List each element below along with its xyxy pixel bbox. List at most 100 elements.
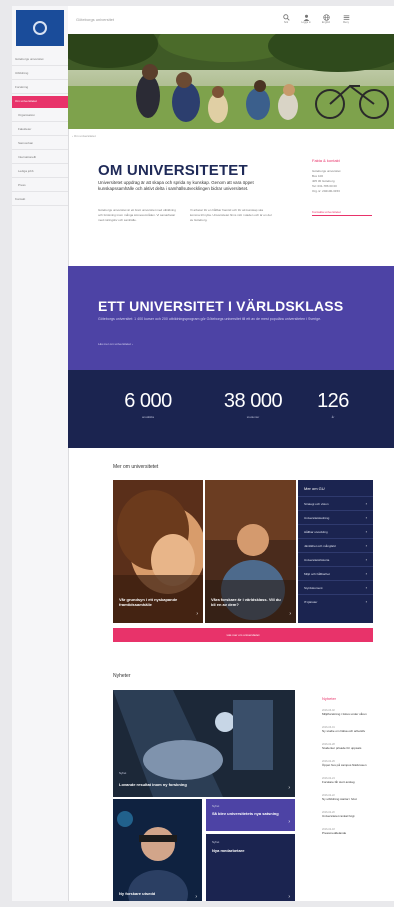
sidebar-item[interactable]: Forskning bbox=[12, 82, 68, 94]
news-list-item[interactable]: 2016-03-02 Miljöforskning i fokus under v… bbox=[322, 709, 382, 716]
quick-link[interactable]: Jämlikhet och mångfald › bbox=[298, 538, 373, 552]
arrow-right-icon: › bbox=[288, 785, 290, 791]
students-in-park-photo bbox=[68, 34, 394, 129]
sidebar-item[interactable]: Organisation bbox=[12, 110, 68, 122]
news-feature-2[interactable]: Nyhet Så blev universitetets nya satsnin… bbox=[206, 799, 295, 831]
sidebar-item[interactable]: Fakulteter bbox=[12, 124, 68, 136]
menu-label: Meny bbox=[342, 21, 350, 24]
quick-link[interactable]: Miljö och hållbarhet › bbox=[298, 566, 373, 580]
sidebar-item[interactable]: Kontakt bbox=[12, 194, 68, 206]
news-feature-3[interactable]: Ny forskare utsedd › bbox=[113, 799, 202, 901]
quick-link[interactable]: Styrdokument › bbox=[298, 580, 373, 594]
stat-value: 6 000 bbox=[124, 390, 172, 412]
menu-button[interactable]: Meny bbox=[340, 14, 352, 26]
sidebar-item[interactable]: Internationellt bbox=[12, 152, 68, 164]
cards-section-title: Mer om universitetet bbox=[113, 464, 159, 470]
news-headline: Pressmeddelande bbox=[322, 831, 347, 835]
news-list-item[interactable]: 2016-02-18 Pressmeddelande bbox=[322, 828, 382, 835]
search-button[interactable]: Sök bbox=[280, 14, 292, 26]
quick-links-list: Strategi och vision › Universitetsledning ›… bbox=[298, 496, 373, 608]
main-content: Göteborgs universitet Sök Logga in Engli… bbox=[68, 6, 394, 901]
news-sidebar: Nyheter 2016-03-02 Miljöforskning i fokus… bbox=[322, 696, 382, 845]
stat-label: anställda bbox=[141, 415, 154, 419]
search-icon bbox=[282, 14, 290, 21]
news-list-item[interactable]: 2016-02-26 Öppet hus på campus Näckrosen bbox=[322, 760, 382, 767]
news-headline: Miljöforskning i fokus under våren bbox=[322, 712, 367, 716]
news-sidebar-list: 2016-03-02 Miljöforskning i fokus under v… bbox=[322, 709, 382, 835]
news-list-item[interactable]: 2016-02-22 Ny utbildning startar i höst bbox=[322, 794, 382, 801]
university-logo[interactable] bbox=[16, 10, 64, 46]
feature-card-2[interactable]: Våra forskare är i världsklass. Vill du … bbox=[205, 480, 296, 623]
news-headline: Universitetet rankat högt bbox=[322, 814, 355, 818]
arrow-right-icon: › bbox=[289, 611, 291, 617]
sidebar-item[interactable]: Samverkan bbox=[12, 138, 68, 150]
band-title: ETT UNIVERSITET I VÄRLDSKLASS bbox=[98, 297, 344, 314]
hero-image bbox=[68, 34, 394, 129]
quick-link[interactable]: Strategi och vision › bbox=[298, 496, 373, 510]
news-tag: Nyhet bbox=[212, 804, 220, 808]
news-list-item[interactable]: 2016-03-01 Ny studie om hälsa och arbetsl… bbox=[322, 726, 382, 733]
chevron-right-icon: › bbox=[365, 543, 367, 548]
sidebar-item[interactable]: Om universitetet bbox=[12, 96, 68, 108]
band-text: Göteborgs universitet: 1 400 kurser och … bbox=[98, 316, 322, 321]
stat-label: studenter bbox=[246, 415, 260, 419]
news-headline: Ny studie om hälsa och arbetsliv bbox=[322, 729, 366, 733]
breadcrumb-label: Om universitetet bbox=[73, 134, 96, 138]
news-headline: Ny utbildning startar i höst bbox=[322, 797, 357, 801]
quick-link-label: Strategi och vision bbox=[304, 501, 329, 506]
stat-value: 126 bbox=[317, 390, 349, 412]
arrow-right-icon: › bbox=[288, 894, 290, 900]
news-headline: Forskare får stort anslag bbox=[322, 780, 355, 784]
logo-emblem-icon bbox=[33, 21, 47, 35]
sidebar-item[interactable]: Lediga jobb bbox=[12, 166, 68, 178]
chevron-right-icon: › bbox=[365, 515, 367, 520]
news-feature-4[interactable]: Nyhet Nya medarbetare › bbox=[206, 834, 295, 901]
news-section-title: Nyheter bbox=[113, 673, 131, 679]
news-tag: Nyhet bbox=[212, 840, 220, 844]
intro-lead: Universitetet uppdrag är att skapa och s… bbox=[98, 180, 254, 192]
sidebar-nav: Göteborgs universitet Utbildning Forskning… bbox=[12, 54, 68, 208]
stat-students: 38 000 studenter bbox=[208, 390, 298, 419]
globe-icon bbox=[322, 14, 330, 21]
intro-column-1: Göteborgs universitet är ett brett unive… bbox=[98, 208, 176, 222]
arrow-right-icon: › bbox=[196, 611, 198, 617]
browser-frame: Göteborgs universitet Utbildning Forskning… bbox=[12, 6, 394, 901]
tool-links: Sök Logga in English Meny bbox=[280, 14, 352, 26]
quick-link-label: Miljö och hållbarhet bbox=[304, 571, 330, 576]
quick-link[interactable]: IT-tjänster › bbox=[298, 594, 373, 608]
card-caption: Vår grundsyn i ett nyskapande framtidssa… bbox=[119, 597, 178, 607]
arrow-right-icon: › bbox=[195, 894, 197, 900]
menu-icon bbox=[343, 15, 349, 20]
news-feature-1[interactable]: Nyhet Lovande resultat inom ny forskning… bbox=[113, 690, 295, 797]
news-title: Så blev universitetets nya satsning bbox=[212, 811, 279, 816]
breadcrumb[interactable]: ‹ Om universitetet bbox=[72, 134, 96, 138]
login-label: Logga in bbox=[301, 21, 311, 24]
news-list-item[interactable]: 2016-02-28 Studenter prisade för uppsats bbox=[322, 743, 382, 750]
world-class-band: ETT UNIVERSITET I VÄRLDSKLASS Göteborgs … bbox=[68, 266, 394, 370]
quick-link[interactable]: Universitetshistoria › bbox=[298, 552, 373, 566]
search-label: Sök bbox=[283, 21, 289, 24]
band-link[interactable]: Läs mer om universitetet › bbox=[98, 342, 133, 346]
read-more-label: Läs mer om universitetet bbox=[226, 633, 260, 637]
stat-value: 38 000 bbox=[223, 390, 283, 412]
quick-link-label: Jämlikhet och mångfald bbox=[304, 543, 336, 548]
news-list-item[interactable]: 2016-02-24 Forskare får stort anslag bbox=[322, 777, 382, 784]
read-more-button[interactable]: Läs mer om universitetet bbox=[113, 628, 373, 642]
sidebar-item[interactable]: Utbildning bbox=[12, 68, 68, 80]
stats-band: 6 000 anställda 38 000 studenter 126 år bbox=[68, 370, 394, 448]
sidebar-item[interactable]: Press bbox=[12, 180, 68, 192]
language-button[interactable]: English bbox=[320, 14, 332, 26]
quick-link[interactable]: Universitetsledning › bbox=[298, 510, 373, 524]
news-tag: Nyhet bbox=[119, 771, 127, 775]
quick-link[interactable]: Hållbar utveckling › bbox=[298, 524, 373, 538]
contact-link[interactable]: Kontakta universitetet bbox=[312, 210, 372, 216]
login-button[interactable]: Logga in bbox=[300, 14, 312, 26]
sidebar-item[interactable]: Göteborgs universitet bbox=[12, 54, 68, 66]
news-list-item[interactable]: 2016-02-20 Universitetet rankat högt bbox=[322, 811, 382, 818]
chevron-right-icon: › bbox=[365, 557, 367, 562]
feature-card-1[interactable]: Vår grundsyn i ett nyskapande framtidssa… bbox=[113, 480, 203, 623]
site-name[interactable]: Göteborgs universitet bbox=[76, 17, 114, 22]
news-title: Lovande resultat inom ny forskning bbox=[119, 782, 187, 787]
quick-links-title: Mer om GU bbox=[304, 486, 325, 491]
news-headline: Öppet hus på campus Näckrosen bbox=[322, 763, 367, 767]
